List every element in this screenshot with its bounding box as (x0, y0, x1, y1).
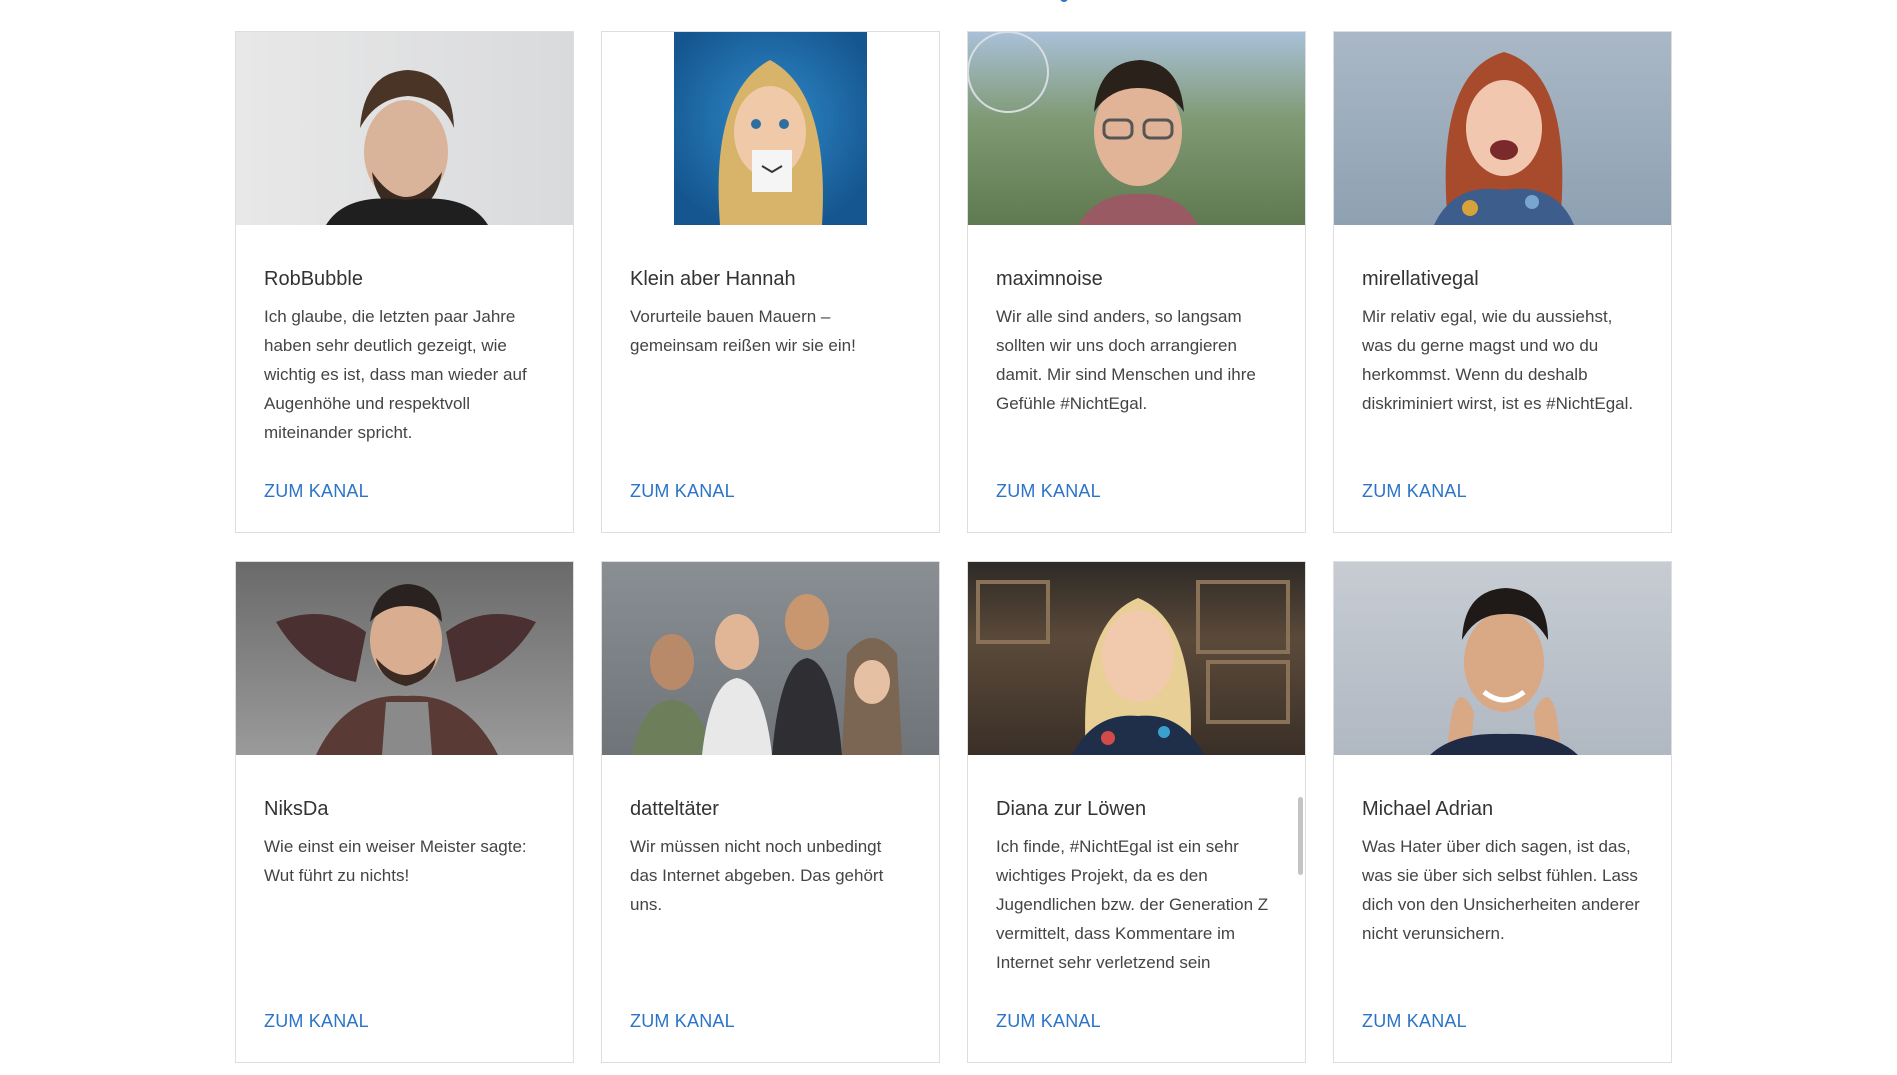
creator-name: maximnoise (996, 268, 1103, 290)
creator-card-mirellativegal: mirellativegal Mir relativ egal, wie du … (1333, 31, 1672, 533)
creator-name: mirellativegal (1362, 268, 1479, 290)
card-body: NiksDa Wie einst ein weiser Meister sagt… (236, 755, 573, 1062)
card-body: mirellativegal Mir relativ egal, wie du … (1334, 225, 1671, 532)
creator-description: Ich finde, #NichtEgal ist ein sehr wicht… (996, 837, 1269, 972)
creator-photo (236, 562, 573, 755)
creator-photo (602, 562, 939, 755)
creator-description: Mir relativ egal, wie du aussiehst, was … (1362, 307, 1634, 413)
creator-description: Wir alle sind anders, so langsam sollten… (996, 307, 1256, 413)
creator-card-datteltaeter: datteltäter Wir müssen nicht noch unbedi… (601, 561, 940, 1063)
channel-link[interactable]: ZUM KANAL (1362, 1011, 1467, 1032)
creator-name: Klein aber Hannah (630, 268, 796, 290)
creator-photo (1334, 32, 1671, 225)
creator-name: datteltäter (630, 798, 719, 820)
card-body: maximnoise Wir alle sind anders, so lang… (968, 225, 1305, 532)
channel-link[interactable]: ZUM KANAL (264, 1011, 369, 1032)
creator-photo (968, 562, 1305, 755)
card-body: RobBubble Ich glaube, die letzten paar J… (236, 225, 573, 532)
channel-link[interactable]: ZUM KANAL (630, 1011, 735, 1032)
card-body: Michael Adrian Was Hater über dich sagen… (1334, 755, 1671, 1062)
channel-link[interactable]: ZUM KANAL (996, 481, 1101, 502)
creator-card-michael-adrian: Michael Adrian Was Hater über dich sagen… (1333, 561, 1672, 1063)
creator-card-maximnoise: maximnoise Wir alle sind anders, so lang… (967, 31, 1306, 533)
creator-description: Wie einst ein weiser Meister sagte: Wut … (264, 837, 527, 885)
card-body: Diana zur Löwen Ich finde, #NichtEgal is… (968, 755, 1305, 1062)
channel-link[interactable]: ZUM KANAL (630, 481, 735, 502)
creator-name: Diana zur Löwen (996, 798, 1147, 820)
creator-description: Wir müssen nicht noch unbedingt das Inte… (630, 837, 884, 914)
creator-photo (236, 32, 573, 225)
creator-card-niksda: NiksDa Wie einst ein weiser Meister sagt… (235, 561, 574, 1063)
creator-photo (1334, 562, 1671, 755)
creator-description: Was Hater über dich sagen, ist das, was … (1362, 837, 1640, 943)
channel-link[interactable]: ZUM KANAL (264, 481, 369, 502)
creator-name: Michael Adrian (1362, 798, 1494, 820)
card-body: Klein aber Hannah Vorurteile bauen Mauer… (602, 225, 939, 532)
creator-card-klein-aber-hannah: Klein aber Hannah Vorurteile bauen Mauer… (601, 31, 940, 533)
page: RobBubble Ich glaube, die letzten paar J… (0, 0, 1897, 1075)
top-link-fragment (1060, 0, 1068, 2)
card-body: datteltäter Wir müssen nicht noch unbedi… (602, 755, 939, 1062)
description-scrollbar[interactable] (1298, 797, 1303, 875)
creator-photo (602, 32, 939, 225)
creator-photo (968, 32, 1305, 225)
channel-link[interactable]: ZUM KANAL (1362, 481, 1467, 502)
creator-description: Vorurteile bauen Mauern – gemeinsam reiß… (630, 307, 856, 355)
creator-card-robbubble: RobBubble Ich glaube, die letzten paar J… (235, 31, 574, 533)
creator-grid: RobBubble Ich glaube, die letzten paar J… (235, 31, 1672, 1063)
creator-name: NiksDa (264, 798, 329, 820)
creator-name: RobBubble (264, 268, 363, 290)
channel-link[interactable]: ZUM KANAL (996, 1011, 1101, 1032)
creator-card-diana-zur-loewen: Diana zur Löwen Ich finde, #NichtEgal is… (967, 561, 1306, 1063)
creator-description: Ich glaube, die letzten paar Jahre haben… (264, 307, 527, 442)
